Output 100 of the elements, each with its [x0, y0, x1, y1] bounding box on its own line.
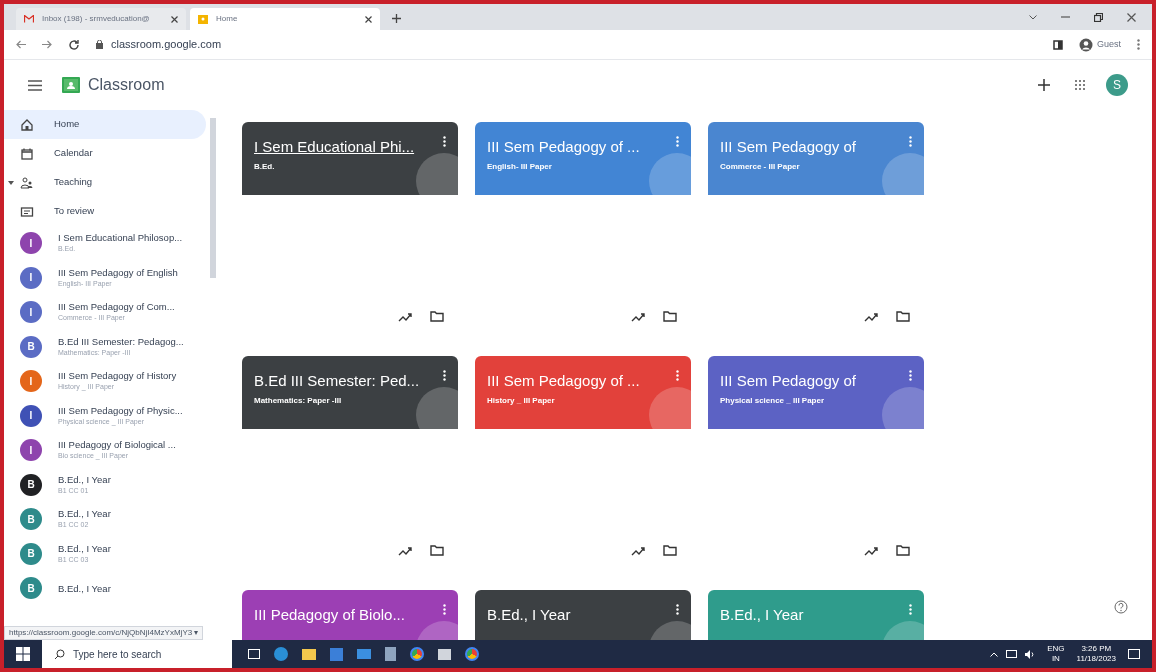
sidebar-item[interactable]: Calendar	[4, 139, 206, 168]
forward-icon[interactable]	[42, 40, 52, 49]
home-icon	[20, 117, 34, 132]
scrollbar[interactable]	[210, 118, 216, 278]
folder-icon[interactable]	[663, 311, 677, 322]
course-title[interactable]: III Sem Pedagogy of	[720, 136, 856, 159]
course-avatar: I	[20, 439, 42, 462]
language-indicator[interactable]: ENG	[1047, 644, 1065, 654]
sidepanel-icon[interactable]	[1053, 39, 1063, 50]
menu-icon[interactable]	[28, 79, 42, 91]
chevron-up-icon[interactable]	[990, 651, 999, 657]
course-title[interactable]: B.Ed III Semester: Ped...	[254, 370, 420, 393]
sidebar-item[interactable]: Teaching	[4, 168, 206, 197]
region-indicator[interactable]: IN	[1051, 654, 1060, 664]
classroom-icon	[198, 14, 208, 24]
more-options-icon[interactable]	[676, 604, 679, 615]
lock-icon	[96, 40, 103, 49]
search-icon	[54, 648, 65, 660]
course-name: B.Ed., I Year	[58, 473, 111, 485]
course-avatar: I	[20, 301, 42, 324]
course-avatar: B	[20, 542, 42, 565]
close-tab-icon[interactable]	[365, 15, 372, 23]
address-bar[interactable]: classroom.google.com	[96, 36, 1037, 53]
course-title[interactable]: III Sem Pedagogy of	[720, 370, 856, 393]
folder-icon[interactable]	[663, 545, 677, 556]
close-icon[interactable]	[1127, 12, 1136, 22]
more-options-icon[interactable]	[909, 370, 912, 381]
course-name: III Sem Pedagogy of English	[58, 266, 178, 278]
course-section: B.Ed.	[254, 160, 275, 173]
trending-icon[interactable]	[631, 312, 645, 322]
course-card-header[interactable]: B.Ed., I Year	[475, 590, 691, 640]
course-title[interactable]: III Pedagogy of Biolo...	[254, 604, 405, 627]
close-tab-icon[interactable]	[171, 15, 178, 23]
folder-icon[interactable]	[896, 311, 910, 322]
course-title[interactable]: III Sem Pedagogy of ...	[487, 136, 640, 159]
browser-tab[interactable]: Home	[190, 8, 380, 30]
course-card-header[interactable]: B.Ed III Semester: Ped... Mathematics: Paper -III	[242, 356, 458, 429]
edge-icon[interactable]	[274, 647, 288, 661]
course-title[interactable]: B.Ed., I Year	[487, 604, 571, 627]
course-card-header[interactable]: III Sem Pedagogy of ... English- III Paper	[475, 122, 691, 195]
trending-icon[interactable]	[398, 546, 412, 556]
reload-icon[interactable]	[68, 38, 80, 51]
trending-icon[interactable]	[864, 546, 878, 556]
back-icon[interactable]	[16, 40, 26, 49]
course-name: III Sem Pedagogy of Physic...	[58, 404, 183, 416]
people-icon	[20, 175, 34, 190]
sidebar-item[interactable]: Home	[4, 110, 206, 139]
chrome-icon[interactable]	[465, 647, 479, 661]
course-title[interactable]: I Sem Educational Phi...	[254, 136, 415, 159]
course-name: B.Ed., I Year	[58, 582, 111, 594]
course-avatar: B	[20, 508, 42, 531]
course-section: Physical science _ III Paper	[720, 394, 825, 407]
restore-icon[interactable]	[1094, 12, 1103, 22]
more-icon[interactable]	[1137, 39, 1140, 50]
folder-icon[interactable]	[430, 545, 444, 556]
browser-tab[interactable]: Inbox (198) - srmveducation@	[16, 8, 186, 30]
more-options-icon[interactable]	[443, 370, 446, 381]
course-card-header[interactable]: III Pedagogy of Biolo...	[242, 590, 458, 640]
caret-icon[interactable]	[8, 179, 14, 186]
course-section: English- III Paper	[487, 160, 552, 173]
course-card-header[interactable]: I Sem Educational Phi... B.Ed.	[242, 122, 458, 195]
clock-date[interactable]: 11/18/2023	[1076, 654, 1116, 664]
course-card-header[interactable]: III Sem Pedagogy of ... History _ III Paper	[475, 356, 691, 429]
folder-icon[interactable]	[896, 545, 910, 556]
classroom-logo-icon	[62, 77, 80, 93]
clock-time[interactable]: 3:26 PM	[1081, 644, 1112, 654]
sidebar-item[interactable]: To review	[4, 197, 206, 226]
trending-icon[interactable]	[398, 312, 412, 322]
course-card-header[interactable]: III Sem Pedagogy of Commerce - III Paper	[708, 122, 924, 195]
course-avatar: B	[20, 577, 42, 600]
add-icon[interactable]	[1038, 79, 1050, 91]
windows-start-icon[interactable]	[16, 647, 30, 661]
more-options-icon[interactable]	[443, 136, 446, 147]
chrome-icon[interactable]	[410, 647, 424, 661]
sidebar-item[interactable]: B B.Ed., I Year	[4, 571, 206, 606]
taskbar-search-field[interactable]: Type here to search	[42, 640, 232, 668]
course-name: III Pedagogy of Biological ...	[58, 439, 176, 451]
profile-button[interactable]: Guest	[1079, 37, 1121, 52]
course-name: B.Ed., I Year	[58, 508, 111, 520]
folder-icon[interactable]	[430, 311, 444, 322]
course-name: I Sem Educational Philosop...	[58, 232, 183, 244]
more-options-icon[interactable]	[443, 604, 446, 615]
apps-grid-icon[interactable]	[1074, 79, 1086, 91]
speaker-icon[interactable]	[1025, 649, 1036, 659]
course-card-header[interactable]: III Sem Pedagogy of Physical science _ III Paper	[708, 356, 924, 429]
help-icon[interactable]	[1114, 600, 1128, 614]
course-title[interactable]: III Sem Pedagogy of ...	[487, 370, 640, 393]
course-name: B.Ed III Semester: Pedagog...	[58, 335, 184, 347]
app-title: Classroom	[88, 75, 165, 95]
course-avatar: I	[20, 404, 42, 427]
course-avatar: I	[20, 232, 42, 255]
new-tab-icon[interactable]	[392, 14, 401, 23]
inbox-icon	[20, 204, 34, 219]
folder-icon[interactable]	[302, 648, 316, 660]
course-name: III Sem Pedagogy of Com...	[58, 301, 175, 313]
person-icon	[1079, 37, 1093, 52]
trending-icon[interactable]	[864, 312, 878, 322]
course-avatar: B	[20, 335, 42, 358]
trending-icon[interactable]	[631, 546, 645, 556]
chevron-down-icon[interactable]	[1029, 14, 1037, 20]
